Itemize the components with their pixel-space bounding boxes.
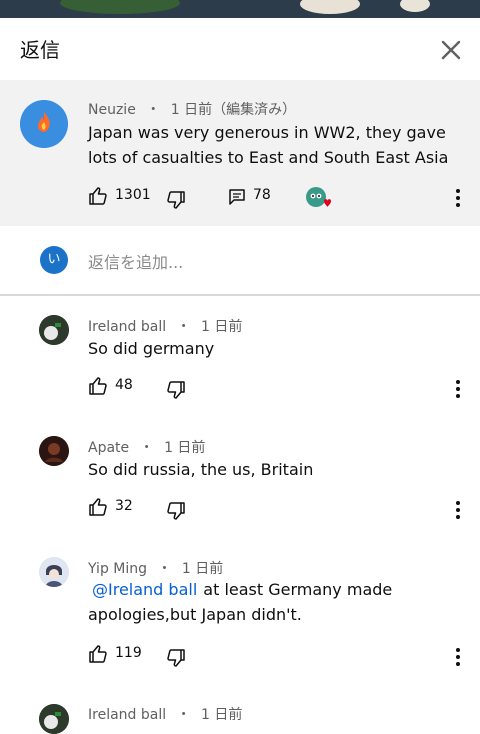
like-icon[interactable]	[88, 644, 108, 664]
like-count: 32	[115, 498, 133, 514]
comment-time: 1 日前	[164, 440, 206, 456]
avatar[interactable]	[39, 436, 69, 466]
reply-count: 78	[253, 187, 271, 203]
more-options-icon[interactable]	[455, 501, 461, 522]
comment-author[interactable]: Ireland ball	[88, 707, 166, 723]
avatar[interactable]	[39, 704, 69, 734]
comment-text: So did germany	[88, 339, 215, 358]
fire-logo-icon	[20, 100, 68, 148]
meta-separator: ・	[176, 319, 191, 335]
avatar: い	[40, 246, 68, 274]
page-title: 返信	[20, 38, 60, 62]
comment-time: 1 日前	[181, 561, 224, 577]
video-thumbnail-strip	[0, 0, 480, 18]
comment-author[interactable]: Neuzie	[88, 102, 136, 118]
comment-text: Japan was very generous in WW2, they gav…	[88, 123, 449, 167]
reply-input-placeholder[interactable]: 返信を追加...	[88, 249, 183, 273]
dislike-icon[interactable]	[166, 190, 186, 210]
reply-icon[interactable]	[228, 188, 246, 206]
comment-author[interactable]: Yip Ming	[88, 561, 147, 577]
dislike-icon[interactable]	[166, 501, 186, 521]
avatar[interactable]	[20, 100, 68, 148]
mention-link[interactable]: @Ireland ball	[92, 580, 197, 599]
more-options-icon[interactable]	[455, 189, 461, 210]
meta-separator: ・	[139, 440, 154, 456]
dislike-icon[interactable]	[166, 380, 186, 400]
meta-separator: ・	[146, 102, 161, 118]
replies-header: 返信	[0, 18, 480, 78]
comment-author[interactable]: Apate	[88, 440, 129, 456]
parent-comment: Neuzie ・ 1 日前（編集済み） Japan was very gener…	[0, 80, 480, 226]
more-options-icon[interactable]	[455, 648, 461, 669]
comment-text: @Ireland ball at least Germany made apolo…	[88, 577, 468, 627]
avatar[interactable]	[39, 557, 69, 587]
dislike-icon[interactable]	[166, 648, 186, 668]
like-icon[interactable]	[88, 376, 108, 396]
like-icon[interactable]	[88, 497, 108, 517]
comment-time: 1 日前	[201, 319, 243, 335]
add-reply-row[interactable]: い 返信を追加...	[0, 226, 480, 294]
comment-author[interactable]: Ireland ball	[88, 319, 166, 335]
avatar[interactable]	[39, 315, 69, 345]
like-icon[interactable]	[88, 186, 108, 206]
like-count: 119	[115, 645, 142, 661]
more-options-icon[interactable]	[455, 380, 461, 401]
comment-time: 1 日前	[201, 707, 243, 723]
meta-separator: ・	[157, 561, 172, 577]
comment-time: 1 日前（編集済み）	[170, 102, 297, 118]
like-count: 1301	[115, 187, 151, 203]
comment-text: So did russia, the us, Britain	[88, 460, 314, 479]
like-count: 48	[115, 377, 133, 393]
meta-separator: ・	[176, 707, 191, 723]
creator-heart-icon	[306, 187, 331, 207]
close-icon[interactable]	[437, 36, 465, 64]
divider	[0, 294, 480, 296]
